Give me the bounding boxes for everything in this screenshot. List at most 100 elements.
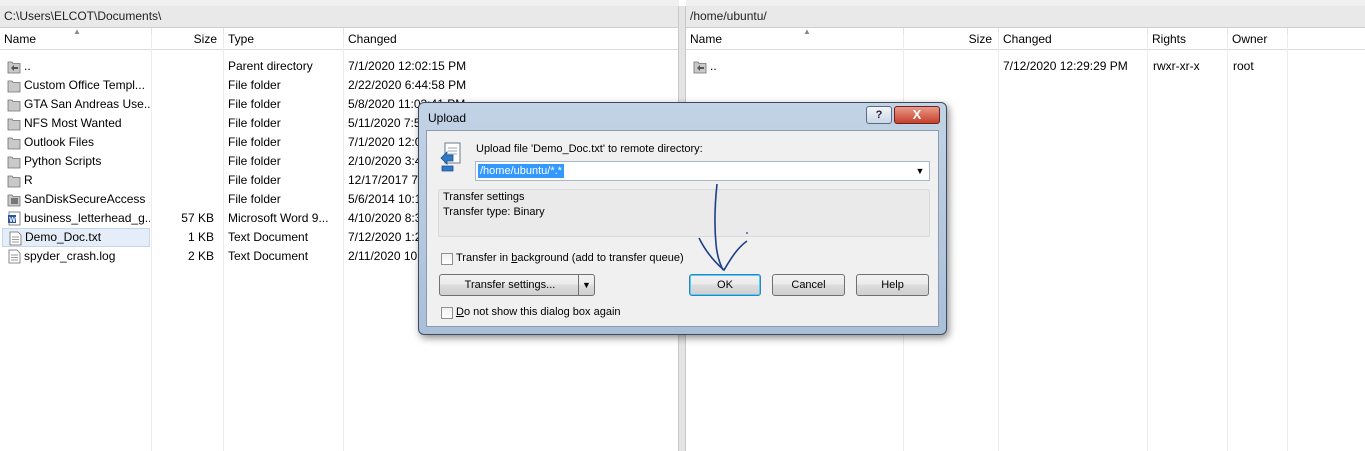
dialog-title: Upload	[428, 111, 467, 125]
sort-ascending-icon: ▲	[803, 27, 811, 36]
folder-icon	[7, 154, 21, 169]
file-type: File folder	[228, 173, 281, 187]
file-name-cell[interactable]: SanDiskSecureAccess ...	[2, 190, 150, 209]
folder-icon	[7, 173, 21, 188]
file-name-cell[interactable]: Custom Office Templ...	[2, 76, 150, 95]
column-divider	[998, 34, 999, 451]
remote-column-header: Name ▲ Size Changed Rights Owner	[686, 28, 1365, 50]
file-name: spyder_crash.log	[24, 249, 116, 263]
transfer-type-text: Transfer type: Binary	[443, 206, 545, 218]
file-type: File folder	[228, 135, 281, 149]
local-column-header: Name ▲ Size Type Changed	[0, 28, 678, 50]
dropdown-arrow-icon[interactable]: ▼	[578, 275, 594, 295]
file-name-cell[interactable]: ..	[688, 57, 902, 76]
file-name-cell[interactable]: Demo_Doc.txt	[2, 228, 150, 247]
file-changed: 2/22/2020 6:44:58 PM	[348, 78, 467, 92]
folder-icon	[7, 116, 21, 131]
file-name-cell[interactable]: Outlook Files	[2, 133, 150, 152]
sandisk-folder-icon	[7, 192, 21, 207]
column-name[interactable]: Name	[686, 28, 904, 49]
folder-icon	[7, 97, 21, 112]
dropdown-arrow-icon[interactable]: ▼	[913, 164, 927, 178]
file-size	[152, 95, 214, 114]
help-button[interactable]: Help	[856, 274, 929, 296]
file-name: Demo_Doc.txt	[25, 230, 102, 244]
remote-path-bar[interactable]: /home/ubuntu/	[686, 6, 1365, 28]
file-name-cell[interactable]: Python Scripts	[2, 152, 150, 171]
file-name: NFS Most Wanted	[24, 116, 122, 130]
transfer-settings-button[interactable]: Transfer settings... ▼	[439, 274, 595, 296]
transfer-settings-label: Transfer settings...	[464, 279, 556, 291]
column-owner[interactable]: Owner	[1228, 28, 1288, 49]
file-name: Outlook Files	[24, 135, 95, 149]
transfer-settings-title: Transfer settings	[443, 191, 525, 203]
file-name-cell[interactable]: NFS Most Wanted	[2, 114, 150, 133]
file-row[interactable]: .. Parent directory 7/1/2020 12:02:15 PM	[0, 57, 678, 76]
file-name: SanDiskSecureAccess ...	[24, 192, 150, 206]
file-type: Parent directory	[228, 59, 313, 73]
transfer-background-label[interactable]: Transfer in background (add to transfer …	[456, 252, 684, 264]
close-icon[interactable]: X	[894, 106, 940, 124]
file-name-cell[interactable]: GTA San Andreas Use...	[2, 95, 150, 114]
file-name: GTA San Andreas Use...	[24, 97, 150, 111]
file-size	[152, 190, 214, 209]
svg-text:W: W	[9, 217, 16, 224]
file-name: business_letterhead_g...	[24, 211, 150, 225]
label-part: Transfer in	[456, 252, 512, 264]
column-divider	[1287, 34, 1288, 451]
file-type: File folder	[228, 154, 281, 168]
parent-folder-icon	[693, 59, 707, 74]
word-document-icon: W	[7, 211, 21, 226]
file-size: 57 KB	[181, 211, 214, 225]
file-type: Microsoft Word 9...	[228, 211, 329, 225]
column-type[interactable]: Type	[224, 28, 344, 49]
column-size[interactable]: Size	[152, 28, 224, 49]
file-changed: 7/1/2020 12:02:15 PM	[348, 59, 467, 73]
upload-prompt: Upload file 'Demo_Doc.txt' to remote dir…	[476, 143, 703, 155]
file-size	[152, 57, 214, 76]
folder-icon	[7, 78, 21, 93]
cancel-button[interactable]: Cancel	[772, 274, 845, 296]
file-size	[152, 76, 214, 95]
file-name: ..	[710, 59, 717, 73]
file-type: File folder	[228, 78, 281, 92]
file-row[interactable]: Custom Office Templ... File folder 2/22/20…	[0, 76, 678, 95]
file-type: File folder	[228, 192, 281, 206]
dialog-body: Upload file 'Demo_Doc.txt' to remote dir…	[426, 130, 939, 327]
local-path-bar[interactable]: C:\Users\ELCOT\Documents\	[0, 6, 678, 28]
column-changed[interactable]: Changed	[344, 28, 678, 49]
column-size[interactable]: Size	[904, 28, 999, 49]
file-name-cell[interactable]: spyder_crash.log	[2, 247, 150, 266]
file-name: Custom Office Templ...	[24, 78, 145, 92]
column-divider	[1227, 34, 1228, 451]
column-changed[interactable]: Changed	[999, 28, 1148, 49]
label-part: ackground (add to transfer queue)	[517, 252, 684, 264]
file-name: R	[24, 173, 33, 187]
dont-show-again-checkbox[interactable]	[441, 307, 453, 319]
remote-directory-value[interactable]: /home/ubuntu/*.*	[478, 164, 564, 178]
file-size	[152, 133, 214, 152]
transfer-background-checkbox[interactable]	[441, 253, 453, 265]
text-file-icon	[8, 231, 22, 246]
file-size	[152, 171, 214, 190]
file-type: Text Document	[228, 230, 309, 244]
file-rights: rwxr-xr-x	[1153, 59, 1200, 73]
dont-show-again-label[interactable]: Do not show this dialog box again	[456, 306, 621, 318]
file-name: Python Scripts	[24, 154, 102, 168]
text-file-icon	[7, 249, 21, 264]
upload-dialog: Upload ? X Upload file 'Demo_Doc.txt' to…	[418, 102, 947, 335]
file-type: File folder	[228, 97, 281, 111]
file-size: 1 KB	[187, 230, 214, 244]
parent-folder-icon	[7, 59, 21, 74]
column-rights[interactable]: Rights	[1148, 28, 1228, 49]
file-type: File folder	[228, 116, 281, 130]
file-name-cell[interactable]: R	[2, 171, 150, 190]
file-row[interactable]: .. 7/12/2020 12:29:29 PM rwxr-xr-x root	[686, 57, 1365, 76]
file-name-cell[interactable]: ..	[2, 57, 150, 76]
help-icon[interactable]: ?	[866, 106, 892, 124]
file-size	[152, 152, 214, 171]
file-size: 2 KB	[187, 249, 214, 263]
file-changed: 7/12/2020 12:29:29 PM	[1003, 59, 1128, 73]
file-name-cell[interactable]: Wbusiness_letterhead_g...	[2, 209, 150, 228]
file-type: Text Document	[228, 249, 309, 263]
